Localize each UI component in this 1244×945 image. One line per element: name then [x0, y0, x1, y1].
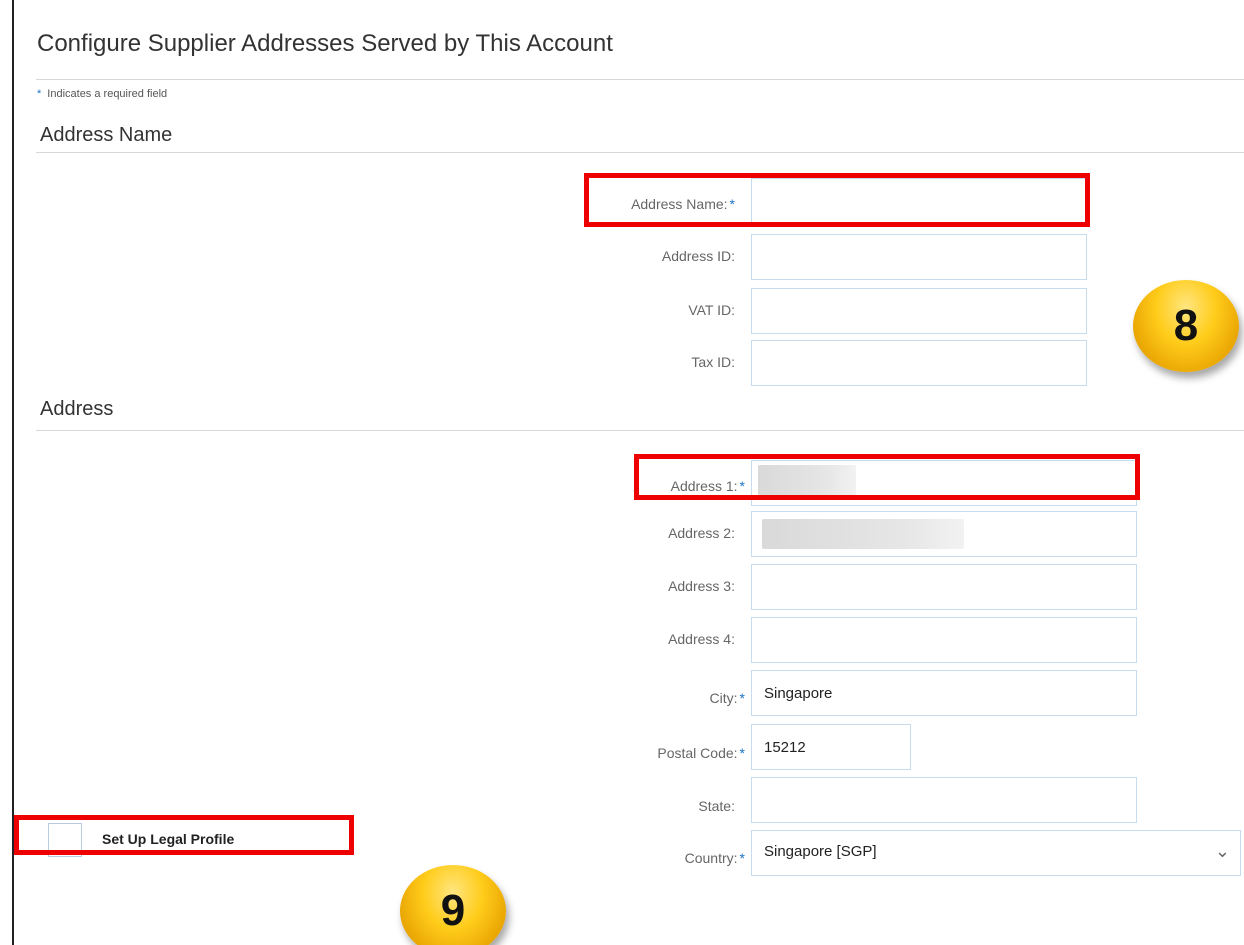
city-label-text: City:: [709, 690, 738, 706]
vat-id-input[interactable]: [751, 288, 1087, 334]
title-divider: [36, 79, 1244, 80]
postal-code-input[interactable]: [751, 724, 911, 770]
country-label-text: Country:: [684, 850, 738, 866]
legal-profile-label: Set Up Legal Profile: [102, 831, 235, 847]
page-title: Configure Supplier Addresses Served by T…: [37, 30, 613, 57]
address3-input[interactable]: [751, 564, 1137, 610]
state-label: State:: [698, 798, 735, 814]
country-select[interactable]: Singapore [SGP] ⌄: [751, 830, 1241, 876]
address2-label: Address 2:: [668, 525, 735, 541]
tax-id-input[interactable]: [751, 340, 1087, 386]
address3-label: Address 3:: [668, 578, 735, 594]
country-label: Country: *: [525, 850, 745, 866]
required-star: *: [739, 745, 745, 761]
address-name-input[interactable]: [751, 178, 1087, 224]
section-divider: [36, 430, 1244, 431]
postal-code-label: Postal Code: *: [525, 745, 745, 761]
vat-id-label: VAT ID:: [688, 302, 735, 318]
address-id-input[interactable]: [751, 234, 1087, 280]
required-star: *: [739, 478, 745, 494]
required-star: *: [729, 196, 735, 212]
address-id-label: Address ID:: [661, 248, 735, 264]
address-name-label-text: Address Name:: [631, 196, 728, 212]
state-input[interactable]: [751, 777, 1137, 823]
section-divider: [36, 152, 1244, 153]
required-note-text: Indicates a required field: [47, 88, 168, 100]
required-field-note: * Indicates a required field: [37, 88, 167, 100]
section-address-name: Address Name: [40, 124, 173, 146]
postal-code-label-text: Postal Code:: [657, 745, 738, 761]
chevron-down-icon: ⌄: [1214, 841, 1230, 861]
city-label: City: *: [525, 690, 745, 706]
section-address: Address: [40, 398, 114, 420]
address1-label: Address 1: *: [525, 478, 745, 494]
legal-profile-checkbox[interactable]: [48, 823, 82, 857]
redacted-value: [762, 519, 964, 549]
country-select-value: Singapore [SGP]: [764, 843, 877, 860]
step-badge-8: 8: [1133, 280, 1239, 372]
address4-input[interactable]: [751, 617, 1137, 663]
required-star: *: [739, 850, 745, 866]
city-input[interactable]: [751, 670, 1137, 716]
redacted-value: [758, 465, 856, 495]
legal-profile-row[interactable]: Set Up Legal Profile: [14, 817, 354, 867]
address1-label-text: Address 1:: [670, 478, 738, 494]
address-name-label: Address Name: *: [515, 196, 735, 212]
required-star: *: [37, 88, 42, 100]
address4-label: Address 4:: [668, 631, 735, 647]
tax-id-label: Tax ID:: [691, 354, 735, 370]
required-star: *: [739, 690, 745, 706]
